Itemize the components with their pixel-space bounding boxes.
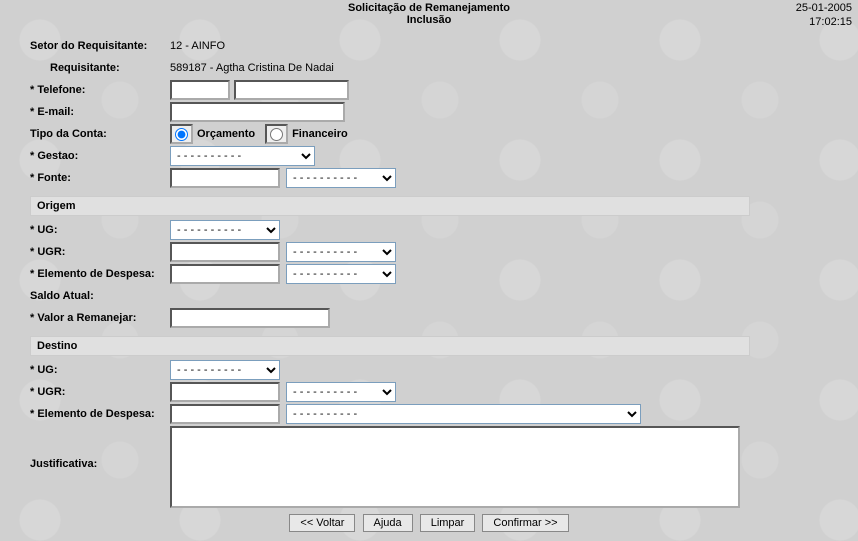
origem-ug-select[interactable]: - - - - - - - - - -	[170, 220, 280, 240]
label-telefone: * Telefone:	[30, 84, 170, 96]
value-setor: 12 - AINFO	[170, 40, 225, 52]
page-title: Solicitação de Remanejamento	[0, 0, 858, 14]
header-time: 17:02:15	[809, 16, 852, 28]
label-origem-ugr: * UGR:	[30, 246, 170, 258]
ajuda-button[interactable]: Ajuda	[363, 514, 413, 532]
radio-financeiro[interactable]	[270, 128, 283, 141]
email-input[interactable]	[170, 102, 345, 122]
label-requisitante: Requisitante:	[30, 62, 170, 74]
label-destino-elemento: * Elemento de Despesa:	[30, 408, 170, 420]
label-origem-elemento: * Elemento de Despesa:	[30, 268, 170, 280]
label-destino-ug: * UG:	[30, 364, 170, 376]
fonte-select[interactable]: - - - - - - - - - -	[286, 168, 396, 188]
label-setor: Setor do Requisitante:	[30, 40, 170, 52]
label-email: * E-mail:	[30, 106, 170, 118]
section-origem: Origem	[30, 196, 750, 216]
destino-ugr-input[interactable]	[170, 382, 280, 402]
label-justificativa: Justificativa:	[30, 426, 170, 470]
telefone-numero-input[interactable]	[234, 80, 349, 100]
destino-elemento-input[interactable]	[170, 404, 280, 424]
value-requisitante: 589187 - Agtha Cristina De Nadai	[170, 62, 334, 74]
telefone-ddd-input[interactable]	[170, 80, 230, 100]
voltar-button[interactable]: << Voltar	[289, 514, 355, 532]
page-subtitle: Inclusão	[0, 14, 858, 26]
justificativa-textarea[interactable]	[170, 426, 740, 508]
gestao-select[interactable]: - - - - - - - - - -	[170, 146, 315, 166]
destino-ugr-select[interactable]: - - - - - - - - - -	[286, 382, 396, 402]
radio-orcamento[interactable]	[175, 128, 188, 141]
section-destino: Destino	[30, 336, 750, 356]
header-date: 25-01-2005	[796, 2, 852, 14]
destino-ug-select[interactable]: - - - - - - - - - -	[170, 360, 280, 380]
label-saldo: Saldo Atual:	[30, 290, 170, 302]
label-destino-ugr: * UGR:	[30, 386, 170, 398]
label-fonte: * Fonte:	[30, 172, 170, 184]
label-tipo-conta: Tipo da Conta:	[30, 128, 170, 140]
fonte-input[interactable]	[170, 168, 280, 188]
label-valor: * Valor a Remanejar:	[30, 312, 170, 324]
confirmar-button[interactable]: Confirmar >>	[482, 514, 568, 532]
origem-elemento-input[interactable]	[170, 264, 280, 284]
destino-elemento-select[interactable]: - - - - - - - - - -	[286, 404, 641, 424]
limpar-button[interactable]: Limpar	[420, 514, 476, 532]
origem-elemento-select[interactable]: - - - - - - - - - -	[286, 264, 396, 284]
origem-ugr-input[interactable]	[170, 242, 280, 262]
radio-orcamento-label: Orçamento	[197, 128, 255, 140]
valor-remanejar-input[interactable]	[170, 308, 330, 328]
label-origem-ug: * UG:	[30, 224, 170, 236]
radio-financeiro-label: Financeiro	[292, 128, 348, 140]
origem-ugr-select[interactable]: - - - - - - - - - -	[286, 242, 396, 262]
label-gestao: * Gestao:	[30, 150, 170, 162]
